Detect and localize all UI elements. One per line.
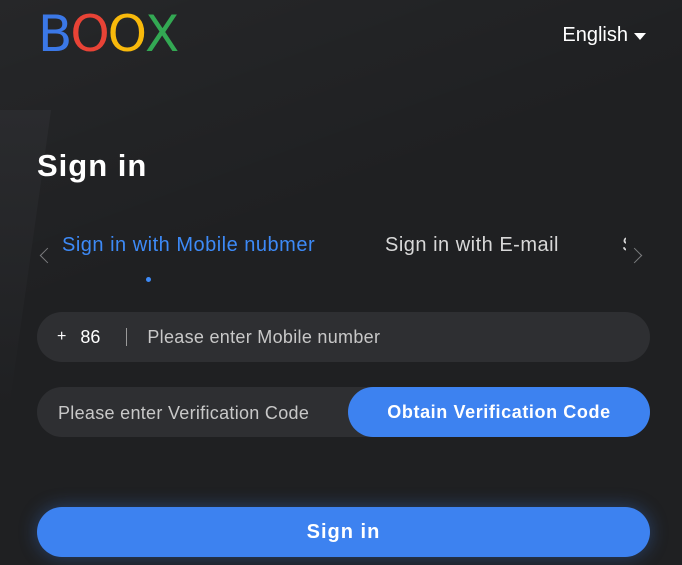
chevron-left-icon[interactable] [39, 247, 56, 264]
plus-sign: + [57, 328, 67, 345]
caret-down-icon [634, 33, 646, 40]
language-selector[interactable]: English [562, 24, 646, 47]
page-title: Sign in [37, 148, 148, 183]
tab-mobile[interactable]: Sign in with Mobile nubmer [62, 234, 315, 257]
verification-code-input[interactable] [56, 387, 318, 439]
tab-account[interactable]: Sign in with Account [622, 234, 626, 257]
obtain-code-button[interactable]: Obtain Verification Code [348, 387, 650, 437]
boox-logo: B O O X [38, 5, 179, 63]
logo-letter-x: X [145, 5, 179, 63]
tab-email[interactable]: Sign in with E-mail [385, 234, 559, 257]
chevron-right-icon[interactable] [626, 247, 643, 264]
sign-in-page: B O O X English Sign in Sign in with Mob… [0, 0, 682, 565]
phone-field: + 86 [37, 312, 650, 362]
language-label: English [562, 24, 628, 46]
field-divider [126, 328, 128, 346]
logo-letter-o1: O [70, 5, 109, 63]
sign-in-method-tabs: Sign in with Mobile nubmer Sign in with … [0, 228, 682, 288]
sign-in-button[interactable]: Sign in [37, 507, 650, 557]
country-code-selector[interactable]: 86 [80, 327, 114, 348]
verification-field: Obtain Verification Code [37, 387, 650, 439]
mobile-number-input[interactable] [145, 325, 650, 349]
logo-letter-b: B [38, 5, 72, 63]
logo-letter-o2: O [107, 5, 147, 63]
active-tab-indicator [146, 277, 151, 282]
